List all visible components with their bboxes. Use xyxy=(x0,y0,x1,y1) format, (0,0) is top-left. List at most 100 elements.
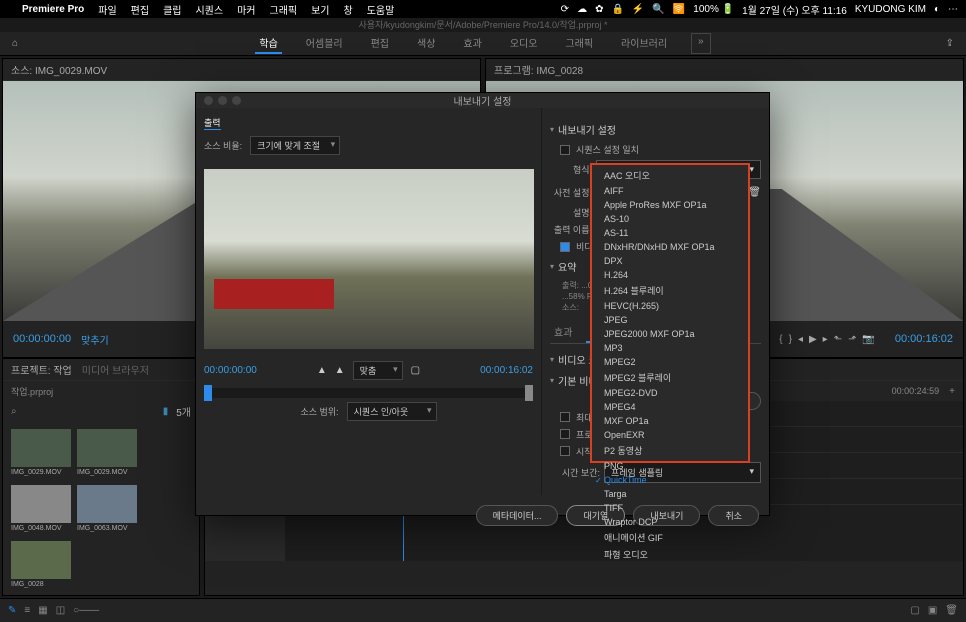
format-option[interactable]: 파형 오디오 xyxy=(592,546,748,563)
trash-icon[interactable]: 🗑 xyxy=(945,605,958,616)
format-option[interactable]: QuickTime xyxy=(592,473,748,487)
menu-edit[interactable]: 편집 xyxy=(131,2,149,17)
format-option[interactable]: AS-11 xyxy=(592,226,748,240)
format-option[interactable]: AAC 오디오 xyxy=(592,167,748,184)
min-dot[interactable] xyxy=(218,96,227,105)
source-fit-dropdown[interactable]: 맞추기 xyxy=(81,332,109,347)
workspace-tab-edit[interactable]: 편집 xyxy=(367,33,393,54)
format-option[interactable]: AS-10 xyxy=(592,212,748,226)
dialog-titlebar[interactable]: 내보내기 설정 xyxy=(196,93,769,108)
menu-file[interactable]: 파일 xyxy=(98,2,116,17)
new-item-icon[interactable]: ▣ xyxy=(928,605,937,616)
format-option[interactable]: Targa xyxy=(592,487,748,501)
status-icon[interactable]: 🔍 xyxy=(652,4,664,15)
max-depth-checkbox[interactable] xyxy=(560,412,570,422)
menu-sequence[interactable]: 시퀀스 xyxy=(195,2,223,17)
workspace-tab-graphics[interactable]: 그래픽 xyxy=(561,33,597,54)
export-settings-section[interactable]: 내보내기 설정 xyxy=(550,122,761,137)
seq-match-checkbox[interactable] xyxy=(560,145,570,155)
format-option[interactable]: PNG xyxy=(592,459,748,473)
format-option[interactable]: AIFF xyxy=(592,184,748,198)
program-title[interactable]: 프로그램: IMG_0028 xyxy=(494,62,583,77)
status-icon[interactable]: ⟳ xyxy=(561,4,569,15)
menu-help[interactable]: 도움말 xyxy=(367,2,395,17)
bin-item[interactable]: IMG_0048.MOV xyxy=(11,485,71,535)
status-icon[interactable]: 🛜 xyxy=(673,4,685,15)
lift-icon[interactable]: ⬑ xyxy=(834,334,842,345)
source-title[interactable]: 소스: IMG_0029.MOV xyxy=(11,62,107,77)
src-range-select[interactable]: 시퀀스 인/아웃 xyxy=(347,402,437,421)
media-browser-tab[interactable]: 미디어 브라우저 xyxy=(82,362,149,377)
menu-clip[interactable]: 클립 xyxy=(163,2,181,17)
step-fwd-icon[interactable]: ▸ xyxy=(823,334,828,345)
play-icon[interactable]: ▶ xyxy=(809,334,817,345)
mark-out-icon[interactable]: } xyxy=(789,334,792,345)
export-tc-in[interactable]: 00:00:00:00 xyxy=(204,365,257,376)
format-option[interactable]: Apple ProRes MXF OP1a xyxy=(592,198,748,212)
search-icon[interactable]: ⌕ xyxy=(11,406,17,417)
workspace-tab-color[interactable]: 색상 xyxy=(413,33,439,54)
format-option[interactable]: MPEG2 블루레이 xyxy=(592,369,748,386)
video-export-checkbox[interactable] xyxy=(560,242,570,252)
app-name[interactable]: Premiere Pro xyxy=(22,4,84,15)
aspect-icon[interactable]: ▢ xyxy=(411,365,420,376)
menu-graphic[interactable]: 그래픽 xyxy=(270,2,298,17)
start-tc-checkbox[interactable] xyxy=(560,446,570,456)
format-option[interactable]: MPEG4 xyxy=(592,400,748,414)
status-icon[interactable]: ☁ xyxy=(577,4,587,15)
siri-icon[interactable]: ◐ xyxy=(934,4,940,15)
export-preview[interactable] xyxy=(204,169,534,349)
format-option[interactable]: MPEG2-DVD xyxy=(592,386,748,400)
bin-item[interactable]: IMG_0029.MOV xyxy=(11,429,71,479)
bin-item[interactable]: IMG_0028 xyxy=(11,541,71,591)
import-project-checkbox[interactable] xyxy=(560,429,570,439)
format-option[interactable]: H.264 블루레이 xyxy=(592,282,748,299)
new-bin-icon[interactable]: ▢ xyxy=(910,605,919,616)
home-button[interactable]: ⌂ xyxy=(12,38,18,49)
format-dropdown[interactable]: AAC 오디오AIFFApple ProRes MXF OP1aAS-10AS-… xyxy=(590,163,750,463)
pen-icon[interactable]: ✎ xyxy=(8,605,16,616)
format-option[interactable]: 애니메이션 GIF xyxy=(592,529,748,546)
bin-item[interactable]: IMG_0029.MOV xyxy=(77,429,137,479)
datetime[interactable]: 1월 27일 (수) 오후 11:16 xyxy=(742,2,847,17)
list-view-icon[interactable]: ≡ xyxy=(24,605,30,616)
format-option[interactable]: MP3 xyxy=(592,341,748,355)
mark-in-icon[interactable]: { xyxy=(779,334,782,345)
format-option[interactable]: P2 동영상 xyxy=(592,442,748,459)
workspace-more[interactable]: » xyxy=(691,33,711,54)
source-tc-in[interactable]: 00:00:00:00 xyxy=(13,333,71,345)
workspace-tab-effects[interactable]: 효과 xyxy=(459,33,485,54)
format-option[interactable]: H.264 xyxy=(592,268,748,282)
bin-item[interactable]: IMG_0063.MOV xyxy=(77,485,137,535)
play-icon[interactable]: ▲ xyxy=(335,365,345,376)
format-option[interactable]: JPEG xyxy=(592,313,748,327)
effects-tab[interactable]: 효과 xyxy=(550,322,576,343)
extract-icon[interactable]: ⬏ xyxy=(848,334,856,345)
export-fit-select[interactable]: 맞춤 xyxy=(353,361,403,380)
format-option[interactable]: Wraptor DCP xyxy=(592,515,748,529)
menu-extra-icon[interactable]: ⋯ xyxy=(948,4,958,15)
format-option[interactable]: JPEG2000 MXF OP1a xyxy=(592,327,748,341)
format-option[interactable]: MPEG2 xyxy=(592,355,748,369)
format-option[interactable]: DNxHR/DNxHD MXF OP1a xyxy=(592,240,748,254)
zoom-slider[interactable]: ○—— xyxy=(73,605,99,616)
folder-icon[interactable]: ▮ xyxy=(163,406,169,417)
close-dot[interactable] xyxy=(204,96,213,105)
menu-marker[interactable]: 마커 xyxy=(237,2,255,17)
status-icon[interactable]: ⚡ xyxy=(632,4,644,15)
share-icon[interactable]: ⇪ xyxy=(946,38,954,49)
freeform-icon[interactable]: ◫ xyxy=(56,605,65,616)
format-option[interactable]: TIFF xyxy=(592,501,748,515)
workspace-tab-library[interactable]: 라이브러리 xyxy=(617,33,671,54)
format-option[interactable]: OpenEXR xyxy=(592,428,748,442)
workspace-tab-audio[interactable]: 오디오 xyxy=(506,33,542,54)
format-option[interactable]: HEVC(H.265) xyxy=(592,299,748,313)
battery-status[interactable]: 100% 🔋 xyxy=(693,4,734,15)
max-dot[interactable] xyxy=(232,96,241,105)
project-tab[interactable]: 프로젝트: 작업 xyxy=(11,362,72,377)
menu-view[interactable]: 보기 xyxy=(311,2,329,17)
menu-window[interactable]: 창 xyxy=(344,2,353,17)
src-scale-select[interactable]: 크기에 맞게 조절 xyxy=(250,136,340,155)
metadata-button[interactable]: 메타데이터... xyxy=(476,505,559,526)
add-track-icon[interactable]: + xyxy=(949,386,955,397)
